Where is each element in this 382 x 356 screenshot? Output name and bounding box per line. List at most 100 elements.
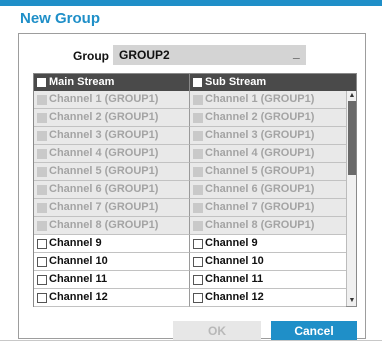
main-stream-channel-cell: Channel 1 (GROUP1) bbox=[34, 91, 190, 109]
group-name-value: GROUP2 bbox=[119, 48, 170, 62]
channel-label: Channel 12 bbox=[205, 291, 264, 303]
channel-label: Channel 6 (GROUP1) bbox=[49, 183, 159, 195]
channel-list-scrollbar[interactable]: ▲ ▼ bbox=[346, 91, 356, 306]
sub-stream-channel-checkbox[interactable] bbox=[193, 257, 203, 267]
main-stream-channel-checkbox bbox=[37, 113, 47, 123]
sub-stream-channel-cell: Channel 2 (GROUP1) bbox=[190, 109, 346, 127]
sub-stream-channel-checkbox[interactable] bbox=[193, 275, 203, 285]
sub-stream-channel-cell[interactable]: Channel 12 bbox=[190, 289, 346, 307]
sub-stream-select-all-checkbox[interactable] bbox=[193, 78, 202, 87]
main-stream-channel-cell: Channel 7 (GROUP1) bbox=[34, 199, 190, 217]
main-stream-channel-cell: Channel 5 (GROUP1) bbox=[34, 163, 190, 181]
sub-stream-header-label: Sub Stream bbox=[205, 76, 267, 88]
table-row: Channel 12 Channel 12 bbox=[34, 289, 346, 307]
main-stream-channel-cell: Channel 2 (GROUP1) bbox=[34, 109, 190, 127]
sub-stream-channel-checkbox bbox=[193, 185, 203, 195]
sub-stream-channel-cell: Channel 3 (GROUP1) bbox=[190, 127, 346, 145]
sub-stream-channel-checkbox[interactable] bbox=[193, 293, 203, 303]
new-group-dialog: New Group Group GROUP2 _ Main Stream Sub… bbox=[0, 0, 382, 356]
main-stream-channel-cell: Channel 4 (GROUP1) bbox=[34, 145, 190, 163]
table-row: Channel 6 (GROUP1) Channel 6 (GROUP1) bbox=[34, 181, 346, 199]
main-stream-select-all-checkbox[interactable] bbox=[37, 78, 46, 87]
sub-stream-channel-checkbox bbox=[193, 167, 203, 177]
table-row: Channel 10 Channel 10 bbox=[34, 253, 346, 271]
table-row: Channel 9 Channel 9 bbox=[34, 235, 346, 253]
sub-stream-channel-checkbox bbox=[193, 113, 203, 123]
channel-label: Channel 2 (GROUP1) bbox=[49, 111, 159, 123]
channel-label: Channel 11 bbox=[49, 273, 108, 285]
channel-label: Channel 10 bbox=[49, 255, 108, 267]
main-stream-channel-checkbox[interactable] bbox=[37, 275, 47, 285]
main-stream-channel-cell: Channel 6 (GROUP1) bbox=[34, 181, 190, 199]
table-row: Channel 8 (GROUP1) Channel 8 (GROUP1) bbox=[34, 217, 346, 235]
main-stream-channel-checkbox bbox=[37, 95, 47, 105]
main-stream-channel-checkbox[interactable] bbox=[37, 293, 47, 303]
main-stream-channel-checkbox[interactable] bbox=[37, 239, 47, 249]
sub-stream-channel-cell[interactable]: Channel 10 bbox=[190, 253, 346, 271]
channel-label: Channel 3 (GROUP1) bbox=[49, 129, 159, 141]
sub-stream-channel-checkbox bbox=[193, 221, 203, 231]
channel-label: Channel 7 (GROUP1) bbox=[205, 201, 315, 213]
sub-stream-channel-cell: Channel 4 (GROUP1) bbox=[190, 145, 346, 163]
channel-label: Channel 3 (GROUP1) bbox=[205, 129, 315, 141]
main-stream-channel-checkbox[interactable] bbox=[37, 257, 47, 267]
sub-stream-channel-checkbox[interactable] bbox=[193, 239, 203, 249]
main-stream-channel-checkbox bbox=[37, 167, 47, 177]
table-row: Channel 7 (GROUP1) Channel 7 (GROUP1) bbox=[34, 199, 346, 217]
channel-label: Channel 7 (GROUP1) bbox=[49, 201, 159, 213]
main-stream-header[interactable]: Main Stream bbox=[34, 74, 190, 91]
dialog-title: New Group bbox=[20, 10, 101, 27]
sub-stream-channel-cell: Channel 5 (GROUP1) bbox=[190, 163, 346, 181]
scroll-up-arrow-icon[interactable]: ▲ bbox=[347, 91, 357, 101]
channel-label: Channel 11 bbox=[205, 273, 264, 285]
main-stream-channel-cell: Channel 8 (GROUP1) bbox=[34, 217, 190, 235]
dialog-bottom-divider bbox=[0, 340, 382, 341]
main-stream-channel-cell[interactable]: Channel 10 bbox=[34, 253, 190, 271]
sub-stream-channel-cell: Channel 6 (GROUP1) bbox=[190, 181, 346, 199]
table-row: Channel 1 (GROUP1) Channel 1 (GROUP1) bbox=[34, 91, 346, 109]
sub-stream-channel-checkbox bbox=[193, 131, 203, 141]
ok-button[interactable]: OK bbox=[173, 321, 261, 341]
scrollbar-thumb[interactable] bbox=[348, 101, 356, 175]
text-cursor: _ bbox=[293, 46, 300, 60]
sub-stream-channel-cell: Channel 8 (GROUP1) bbox=[190, 217, 346, 235]
table-row: Channel 3 (GROUP1) Channel 3 (GROUP1) bbox=[34, 127, 346, 145]
table-row: Channel 2 (GROUP1) Channel 2 (GROUP1) bbox=[34, 109, 346, 127]
cancel-button[interactable]: Cancel bbox=[271, 321, 357, 341]
dialog-top-accent-bar bbox=[0, 0, 382, 6]
scroll-down-arrow-icon[interactable]: ▼ bbox=[347, 296, 357, 306]
sub-stream-channel-checkbox bbox=[193, 203, 203, 213]
main-stream-channel-cell[interactable]: Channel 11 bbox=[34, 271, 190, 289]
main-stream-channel-cell: Channel 3 (GROUP1) bbox=[34, 127, 190, 145]
channel-label: Channel 1 (GROUP1) bbox=[205, 93, 315, 105]
sub-stream-channel-cell: Channel 1 (GROUP1) bbox=[190, 91, 346, 109]
channel-label: Channel 6 (GROUP1) bbox=[205, 183, 315, 195]
group-label: Group bbox=[73, 49, 109, 63]
table-row: Channel 11 Channel 11 bbox=[34, 271, 346, 289]
channel-label: Channel 1 (GROUP1) bbox=[49, 93, 159, 105]
main-stream-channel-checkbox bbox=[37, 221, 47, 231]
sub-stream-channel-cell[interactable]: Channel 11 bbox=[190, 271, 346, 289]
channel-label: Channel 4 (GROUP1) bbox=[205, 147, 315, 159]
main-stream-channel-checkbox bbox=[37, 185, 47, 195]
main-stream-channel-checkbox bbox=[37, 149, 47, 159]
channel-label: Channel 5 (GROUP1) bbox=[205, 165, 315, 177]
table-row: Channel 5 (GROUP1) Channel 5 (GROUP1) bbox=[34, 163, 346, 181]
main-stream-channel-cell[interactable]: Channel 9 bbox=[34, 235, 190, 253]
group-name-input[interactable]: GROUP2 _ bbox=[113, 45, 306, 65]
channel-label: Channel 9 bbox=[49, 237, 102, 249]
table-row: Channel 4 (GROUP1) Channel 4 (GROUP1) bbox=[34, 145, 346, 163]
channel-label: Channel 5 (GROUP1) bbox=[49, 165, 159, 177]
channel-label: Channel 10 bbox=[205, 255, 264, 267]
channel-label: Channel 12 bbox=[49, 291, 108, 303]
main-stream-channel-checkbox bbox=[37, 203, 47, 213]
channel-stream-table: Main Stream Sub Stream Channel 1 (GROUP1… bbox=[33, 73, 357, 307]
sub-stream-channel-cell[interactable]: Channel 9 bbox=[190, 235, 346, 253]
channel-label: Channel 9 bbox=[205, 237, 258, 249]
sub-stream-header[interactable]: Sub Stream bbox=[190, 74, 356, 91]
channel-label: Channel 2 (GROUP1) bbox=[205, 111, 315, 123]
channel-label: Channel 8 (GROUP1) bbox=[205, 219, 315, 231]
sub-stream-channel-checkbox bbox=[193, 95, 203, 105]
channel-label: Channel 8 (GROUP1) bbox=[49, 219, 159, 231]
main-stream-channel-cell[interactable]: Channel 12 bbox=[34, 289, 190, 307]
